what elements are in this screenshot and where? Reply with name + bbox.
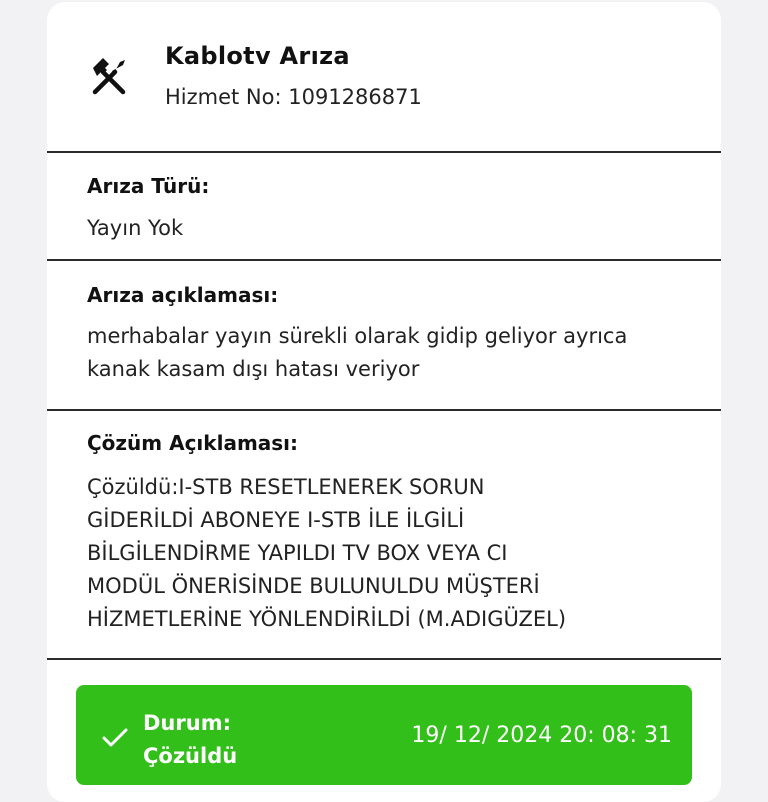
divider bbox=[47, 151, 721, 153]
divider bbox=[47, 259, 721, 261]
solution-line: GİDERİLDİ ABONEYE I-STB İLE İLGİLİ bbox=[87, 508, 465, 532]
status-label-title: Durum: bbox=[143, 711, 231, 735]
solution-description-text: Çözüldü:I-STB RESETLENEREK SORUN GİDERİL… bbox=[87, 471, 687, 636]
fault-description-line: merhabalar yayın sürekli olarak gidip ge… bbox=[87, 324, 628, 348]
solution-line: HİZMETLERİNE YÖNLENDİRİLDİ (M.ADIGÜZEL) bbox=[87, 607, 567, 631]
fault-description-line: kanak kasam dışı hatası veriyor bbox=[87, 357, 420, 381]
fault-type-label: Arıza Türü: bbox=[87, 174, 210, 198]
divider bbox=[47, 658, 721, 660]
solution-line: MODÜL ÖNERİSİNDE BULUNULDU MÜŞTERİ bbox=[87, 574, 540, 598]
fault-description-label: Arıza açıklaması: bbox=[87, 283, 279, 307]
status-value: Çözüldü bbox=[143, 744, 238, 768]
tools-icon bbox=[92, 58, 126, 95]
status-datetime: 19/ 12/ 2024 20: 08: 31 bbox=[411, 723, 672, 748]
fault-type-value: Yayın Yok bbox=[87, 216, 184, 240]
ticket-title: Kablotv Arıza bbox=[165, 42, 350, 70]
status-label: Durum: Çözüldü bbox=[143, 707, 237, 773]
solution-line: Çözüldü:I-STB RESETLENEREK SORUN bbox=[87, 475, 485, 499]
divider bbox=[47, 409, 721, 411]
fault-description-text: merhabalar yayın sürekli olarak gidip ge… bbox=[87, 320, 709, 386]
fault-ticket-card: Kablotv Arıza Hizmet No: 1091286871 Arız… bbox=[47, 2, 721, 802]
solution-line: BİLGİLENDİRME YAPILDI TV BOX VEYA CI bbox=[87, 541, 508, 565]
status-banner[interactable]: Durum: Çözüldü 19/ 12/ 2024 20: 08: 31 bbox=[76, 685, 692, 785]
service-number: Hizmet No: 1091286871 bbox=[165, 85, 422, 109]
ticket-header: Kablotv Arıza Hizmet No: 1091286871 bbox=[47, 2, 721, 152]
check-icon bbox=[102, 728, 128, 747]
solution-description-label: Çözüm Açıklaması: bbox=[87, 431, 299, 455]
